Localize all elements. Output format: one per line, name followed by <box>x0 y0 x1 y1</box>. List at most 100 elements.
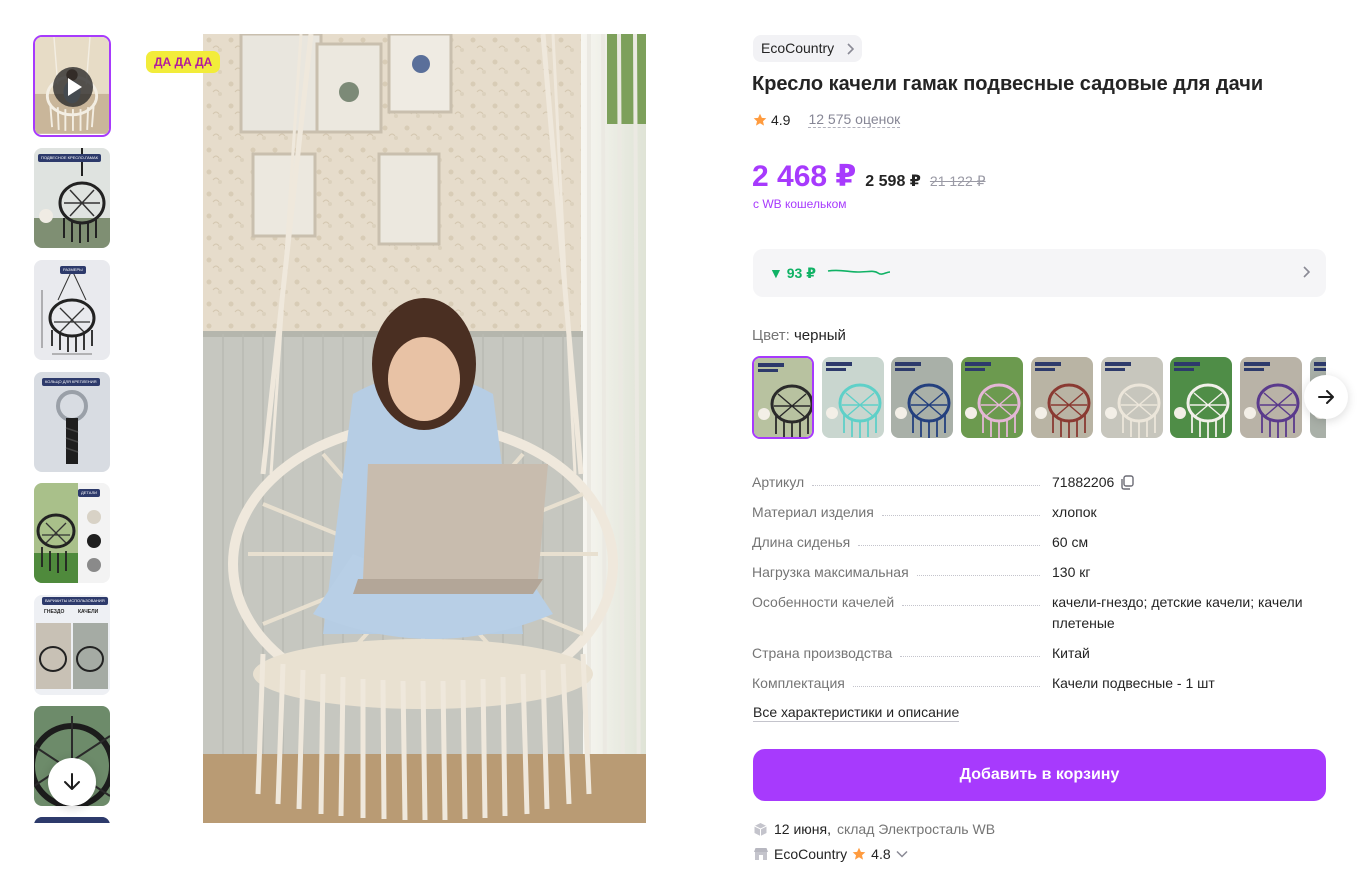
scroll-down-button[interactable] <box>48 758 96 806</box>
promo-badge: ДА ДА ДА <box>146 51 221 73</box>
copy-icon[interactable] <box>1120 475 1134 490</box>
all-specs-link[interactable]: Все характеристики и описание <box>753 704 960 722</box>
color-swatch[interactable] <box>961 357 1024 438</box>
swatch-image <box>1239 357 1302 438</box>
reviews-link[interactable]: 12 575 оценок <box>808 111 901 128</box>
brand-link[interactable]: EcoCountry <box>753 35 863 62</box>
swatch-image <box>961 357 1024 438</box>
chevron-right-icon <box>1303 266 1310 278</box>
price-block: 2 468 ₽ 2 598 ₽ 21 122 ₽ <box>752 159 986 194</box>
spec-dots <box>858 532 1040 546</box>
thumbnail-4[interactable]: КОЛЬЦО ДЛЯ КРЕПЛЕНИЯ <box>34 372 110 472</box>
spec-dots <box>902 592 1040 606</box>
swatch-image <box>1030 357 1093 438</box>
thumbnail-tag: РАЗМЕРЫ <box>60 266 86 274</box>
product-title: Кресло качели гамак подвесные садовые дл… <box>752 73 1264 95</box>
spec-value-cell: хлопок <box>1052 502 1326 523</box>
spec-value-cell: Китай <box>1052 643 1326 664</box>
spec-row: Нагрузка максимальная 130 кг <box>752 562 1326 583</box>
arrow-right-icon <box>1318 390 1334 404</box>
svg-text:ГНЕЗДО: ГНЕЗДО <box>44 609 64 615</box>
spec-key: Длина сиденья <box>752 534 851 550</box>
spec-key-cell: Страна производства <box>752 643 1052 664</box>
play-icon[interactable] <box>53 67 93 107</box>
thumbnail-8[interactable] <box>34 817 110 823</box>
seller-info[interactable]: EcoCountry 4.8 <box>753 846 908 862</box>
add-to-cart-button[interactable]: Добавить в корзину <box>753 749 1326 801</box>
delivery-info: 12 июня, склад Электросталь WB <box>753 821 995 837</box>
thumbnail-tag: ПОДВЕСНОЕ КРЕСЛО-ГАМАК <box>38 154 101 162</box>
color-swatch[interactable] <box>891 357 954 438</box>
color-swatch[interactable] <box>752 356 814 439</box>
spec-value: хлопок <box>1052 504 1097 520</box>
hammock-chair-photo <box>203 34 646 823</box>
thumbnail-image: ГНЕЗДО КАЧЕЛИ <box>34 595 110 695</box>
star-icon <box>753 113 767 126</box>
spec-value: 60 см <box>1052 534 1089 550</box>
thumbnail-video[interactable] <box>33 35 111 137</box>
rating-value: 4.9 <box>771 111 791 128</box>
spec-row: Комплектация Качели подвесные - 1 шт <box>752 673 1326 694</box>
spec-dots <box>812 472 1040 486</box>
thumbnail-image <box>34 148 110 248</box>
spec-value: Качели подвесные - 1 шт <box>1052 675 1215 691</box>
brand-name: EcoCountry <box>761 40 835 56</box>
spec-key-cell: Особенности качелей <box>752 592 1052 634</box>
seller-rating: 4.8 <box>871 846 891 862</box>
spec-dots <box>900 643 1040 657</box>
spec-key: Комплектация <box>752 675 845 691</box>
spec-value: качели-гнездо; детские качели; качели пл… <box>1052 594 1303 631</box>
main-product-image[interactable] <box>203 34 646 823</box>
color-value: черный <box>793 327 846 344</box>
color-swatch[interactable] <box>1030 357 1093 438</box>
spec-value: Китай <box>1052 645 1090 661</box>
price-history-button[interactable]: ▼ 93 ₽ <box>753 249 1326 297</box>
spec-dots <box>916 562 1040 576</box>
spec-value-cell: Качели подвесные - 1 шт <box>1052 673 1326 694</box>
spec-value: 71882206 <box>1052 474 1115 490</box>
spec-row: Длина сиденья 60 см <box>752 532 1326 553</box>
colors-next-button[interactable] <box>1304 375 1348 419</box>
thumbnail-3[interactable]: РАЗМЕРЫ <box>34 260 110 360</box>
product-rating: 4.9 12 575 оценок <box>753 111 901 128</box>
spec-key-cell: Артикул <box>752 472 1052 493</box>
wallet-note[interactable]: с WB кошельком <box>753 197 847 211</box>
spec-row: Страна производства Китай <box>752 643 1326 664</box>
spec-dots <box>881 502 1040 516</box>
shop-icon <box>754 848 768 860</box>
thumbnail-image <box>34 817 110 823</box>
price-change: ▼ 93 ₽ <box>769 265 816 281</box>
spec-key: Страна производства <box>752 645 893 661</box>
spec-row: Материал изделия хлопок <box>752 502 1326 523</box>
spec-key-cell: Материал изделия <box>752 502 1052 523</box>
spec-dots <box>852 673 1040 687</box>
thumbnail-6[interactable]: ГНЕЗДО КАЧЕЛИ ВАРИАНТЫ ИСПОЛЬЗОВАНИЯ <box>34 595 110 695</box>
spec-key: Материал изделия <box>752 504 874 520</box>
swatch-image <box>1170 357 1233 438</box>
color-swatch[interactable] <box>1239 357 1302 438</box>
color-swatch[interactable] <box>1100 357 1163 438</box>
star-icon <box>852 847 866 860</box>
spec-row: Особенности качелей качели-гнездо; детски… <box>752 592 1326 634</box>
color-swatch[interactable] <box>821 357 884 438</box>
chevron-down-icon <box>896 850 908 858</box>
spec-key: Нагрузка максимальная <box>752 564 909 580</box>
specs-table: Артикул 71882206 Материал изделия хлопок Дли… <box>752 472 1326 703</box>
spec-value-cell: качели-гнездо; детские качели; качели пл… <box>1052 592 1326 634</box>
color-key: Цвет: <box>752 327 790 344</box>
thumbnail-2[interactable]: ПОДВЕСНОЕ КРЕСЛО-ГАМАК <box>34 148 110 248</box>
warehouse[interactable]: склад Электросталь WB <box>837 821 995 837</box>
color-label: Цвет: черный <box>752 327 846 344</box>
regular-price: 2 598 ₽ <box>865 173 921 190</box>
spec-value-cell: 71882206 <box>1052 472 1326 493</box>
spec-value-cell: 60 см <box>1052 532 1326 553</box>
swatch-image <box>754 358 812 437</box>
thumbnail-5[interactable]: ДЕТАЛИ <box>34 483 110 583</box>
spec-key-cell: Длина сиденья <box>752 532 1052 553</box>
swatch-image <box>1100 357 1163 438</box>
thumbnail-image <box>34 260 110 360</box>
spec-key-cell: Комплектация <box>752 673 1052 694</box>
wallet-price: 2 468 ₽ <box>752 160 857 193</box>
spec-key: Особенности качелей <box>752 594 895 610</box>
color-swatch[interactable] <box>1170 357 1233 438</box>
